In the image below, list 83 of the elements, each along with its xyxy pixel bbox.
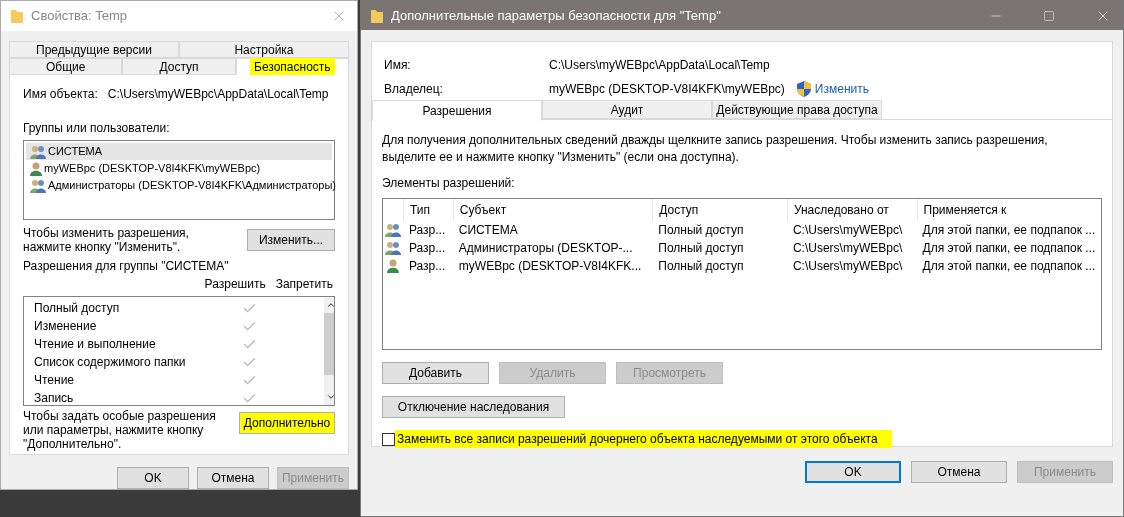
table-cell-text: СИСТЕМА bbox=[457, 222, 519, 239]
checkbox-label: Заменить все записи разрешений дочернего объекта наследуемыми от этого объекта bbox=[395, 430, 892, 448]
checkbox[interactable] bbox=[382, 432, 395, 446]
tab-label: Доступ bbox=[159, 58, 199, 76]
folder-icon bbox=[371, 8, 383, 23]
permissions-label: Разрешения для группы "СИСТЕМА" bbox=[23, 258, 230, 275]
entries-label: Элементы разрешений: bbox=[382, 175, 516, 192]
tab-label: Общие bbox=[45, 58, 86, 76]
folder-icon bbox=[11, 9, 23, 23]
special-hint: Чтобы задать особые разрешения или параметры, нажмите кнопку "Дополнительно". bbox=[23, 409, 217, 451]
tab[interactable]: Безопасность bbox=[235, 58, 349, 75]
user-list-item[interactable]: СИСТЕМА bbox=[26, 143, 332, 160]
table-row[interactable]: Разр... Администраторы (DESKTOP-... Полный доступ C:\Users\myWEBpc\ Для этой папки, ее подпапок ... bbox=[383, 239, 1101, 257]
change-owner-link[interactable]: Изменить bbox=[814, 80, 869, 98]
permission-name: Список содержимого папки bbox=[34, 354, 187, 371]
object-name-value: C:\Users\myWEBpc\AppData\Local\Temp bbox=[107, 86, 329, 103]
tab[interactable]: Аудит bbox=[542, 100, 712, 119]
users-icon bbox=[384, 241, 401, 255]
table-row[interactable]: Разр... СИСТЕМА Полный доступ C:\Users\myWEBpc\ Для этой папки, ее подпапок ... bbox=[383, 221, 1101, 239]
owner-label: Владелец: bbox=[384, 81, 444, 98]
info-text: Для получения дополнительных сведений дважды щелкните запись разрешения. Чтобы изменить запись разрешения, выделите ее и нажмите кнопку "Изменить" (если она доступна). bbox=[382, 132, 1049, 166]
table-cell-text: Для этой папки, ее подпапок ... bbox=[921, 222, 1097, 239]
object-name-label: Имя объекта: bbox=[23, 86, 98, 103]
groups-label: Группы или пользователи: bbox=[23, 120, 171, 137]
column-header: Доступ bbox=[652, 199, 787, 221]
tab[interactable]: Предыдущие версии bbox=[9, 41, 179, 58]
column-header: Разрешить bbox=[204, 276, 266, 293]
table-cell-text: C:\Users\myWEBpc\ bbox=[791, 258, 904, 275]
column-header: Применяется к bbox=[916, 199, 1101, 221]
advanced-button[interactable]: Дополнительно bbox=[239, 412, 335, 434]
table-cell-text: Полный доступ bbox=[657, 258, 745, 275]
column-header: Унаследовано от bbox=[786, 199, 917, 221]
permission-name: Изменение bbox=[34, 318, 98, 335]
disable-inheritance-button[interactable]: Отключение наследования bbox=[382, 396, 565, 418]
table-cell-text: Разр... bbox=[407, 258, 447, 275]
table-cell-text: Полный доступ bbox=[657, 240, 745, 257]
table-cell-text: Полный доступ bbox=[657, 222, 745, 239]
maximize-icon[interactable] bbox=[1043, 9, 1055, 22]
shield-icon bbox=[796, 81, 811, 97]
user-list-item[interactable]: myWEBpc (DESKTOP-V8I4KFK\myWEBpc) bbox=[26, 160, 332, 177]
window-title: Дополнительные параметры безопасности для "Temp" bbox=[391, 6, 721, 25]
users-icon bbox=[384, 223, 401, 237]
tab[interactable]: Разрешения bbox=[372, 100, 542, 121]
dialog-button[interactable]: OK bbox=[805, 461, 901, 483]
table-cell-text: myWEBpc (DESKTOP-V8I4KFK... bbox=[457, 258, 643, 275]
tab[interactable]: Действующие права доступа bbox=[712, 100, 882, 119]
scroll-down-icon[interactable] bbox=[326, 392, 334, 402]
table-cell-text: C:\Users\myWEBpc\ bbox=[791, 222, 904, 239]
table-cell-text: Администраторы (DESKTOP-... bbox=[457, 240, 634, 257]
column-header: Тип bbox=[402, 199, 453, 221]
table-cell-text: Разр... bbox=[407, 240, 447, 257]
owner-value: myWEBpc (DESKTOP-V8I4KFK\myWEBpc) bbox=[549, 81, 785, 98]
column-header: Субъект bbox=[452, 199, 653, 221]
table-cell-text: C:\Users\myWEBpc\ bbox=[791, 240, 904, 257]
dialog-button[interactable]: OK bbox=[117, 467, 189, 489]
table-row[interactable]: Разр... myWEBpc (DESKTOP-V8I4KFK... Полный доступ C:\Users\myWEBpc\ Для этой папки, ее подпапок ... bbox=[383, 257, 1101, 275]
table-cell-text: Для этой папки, ее подпапок ... bbox=[921, 240, 1097, 257]
tab-label: Предыдущие версии bbox=[36, 41, 152, 59]
entry-button[interactable]: Добавить bbox=[382, 362, 489, 384]
permission-name: Чтение и выполнение bbox=[34, 336, 157, 353]
permission-name: Чтение bbox=[34, 372, 76, 389]
permission-name: Полный доступ bbox=[34, 300, 121, 317]
permission-name: Запись bbox=[34, 390, 75, 405]
users-icon bbox=[30, 144, 46, 159]
tab[interactable]: Настройка bbox=[179, 41, 349, 58]
window-title: Свойства: Temp bbox=[31, 7, 128, 26]
table-cell-text: Для этой папки, ее подпапок ... bbox=[921, 258, 1097, 275]
tab-label: Настройка bbox=[234, 41, 294, 59]
column-header: Запретить bbox=[275, 276, 333, 293]
user-icon bbox=[30, 161, 42, 176]
scrollbar[interactable] bbox=[324, 297, 334, 405]
tab[interactable]: Общие bbox=[9, 58, 123, 75]
scroll-up-icon[interactable] bbox=[326, 300, 334, 310]
users-icon bbox=[30, 178, 46, 193]
dialog-button[interactable]: Отмена bbox=[197, 467, 269, 489]
table-cell-text: Разр... bbox=[407, 222, 447, 239]
tab[interactable]: Доступ bbox=[122, 58, 236, 75]
change-button[interactable]: Изменить... bbox=[247, 229, 335, 251]
name-value: C:\Users\myWEBpc\AppData\Local\Temp bbox=[549, 57, 770, 74]
user-icon bbox=[386, 259, 399, 273]
change-hint: Чтобы изменить разрешения, нажмите кнопку "Изменить". bbox=[23, 226, 190, 254]
name-label: Имя: bbox=[384, 57, 412, 74]
dialog-button[interactable]: Отмена bbox=[911, 461, 1007, 483]
